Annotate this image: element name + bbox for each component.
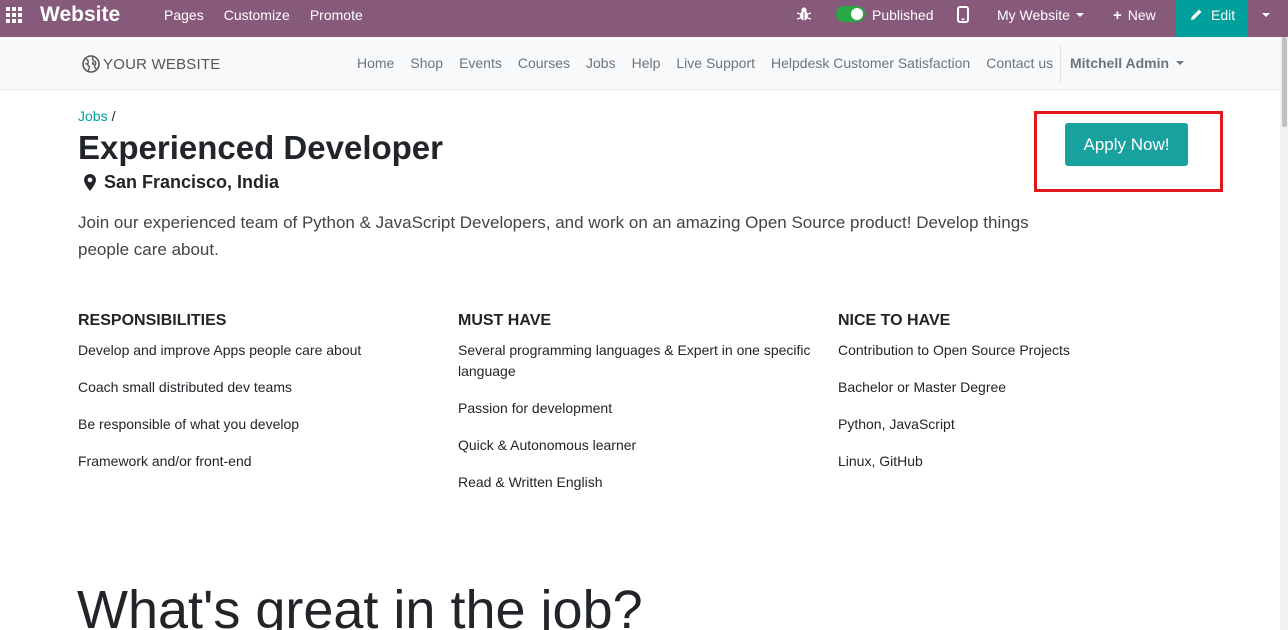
- nav-divider: [1060, 45, 1061, 82]
- edit-dropdown-chevron-icon[interactable]: [1262, 13, 1270, 17]
- nav-shop[interactable]: Shop: [410, 54, 443, 72]
- whats-great-heading: What's great in the job?: [77, 580, 643, 630]
- website-selector[interactable]: My Website: [997, 2, 1084, 28]
- mobile-preview-icon[interactable]: [957, 6, 969, 23]
- list-item: Coach small distributed dev teams: [78, 379, 292, 395]
- globe-icon: [82, 55, 100, 73]
- website-selector-label: My Website: [997, 7, 1070, 23]
- nav-courses[interactable]: Courses: [518, 54, 570, 72]
- must-have-title: MUST HAVE: [458, 312, 552, 329]
- nav-live-support[interactable]: Live Support: [676, 54, 755, 72]
- list-item: Develop and improve Apps people care abo…: [78, 342, 362, 358]
- list-item: Contribution to Open Source Projects: [838, 342, 1070, 358]
- list-item: Several programming languages & Expert i…: [458, 342, 811, 379]
- breadcrumb-separator: /: [111, 108, 116, 124]
- nav-help[interactable]: Help: [632, 54, 661, 72]
- job-title: Experienced Developer: [78, 129, 443, 166]
- pencil-icon: [1190, 8, 1203, 21]
- edit-button[interactable]: Edit: [1176, 0, 1248, 37]
- admin-menu: Pages Customize Promote: [164, 0, 383, 37]
- website-admin-bar: Website Pages Customize Promote Publishe…: [0, 0, 1288, 37]
- nice-to-have-section: NICE TO HAVE Contribution to Open Source…: [838, 311, 1198, 488]
- list-item: Linux, GitHub: [838, 453, 923, 469]
- nice-to-have-list: Contribution to Open Source Projects Bac…: [838, 340, 1198, 472]
- nav-events[interactable]: Events: [459, 54, 502, 72]
- list-item: Quick & Autonomous learner: [458, 437, 637, 453]
- apply-now-button[interactable]: Apply Now!: [1065, 123, 1188, 166]
- list-item: Python, JavaScript: [838, 416, 955, 432]
- responsibilities-title: RESPONSIBILITIES: [78, 312, 227, 329]
- list-item: Framework and/or front-end: [78, 453, 252, 469]
- responsibilities-list: Develop and improve Apps people care abo…: [78, 340, 438, 472]
- main-nav: Home Shop Events Courses Jobs Help Live …: [357, 54, 1053, 72]
- plus-icon: +: [1113, 7, 1122, 24]
- list-item: Passion for development: [458, 400, 613, 416]
- list-item: Read & Written English: [458, 474, 603, 490]
- list-item: Bachelor or Master Degree: [838, 379, 1007, 395]
- logo-text: YOUR WEBSITE: [103, 55, 221, 73]
- nav-helpdesk-satisfaction[interactable]: Helpdesk Customer Satisfaction: [771, 54, 970, 72]
- apps-grid-icon[interactable]: [6, 7, 22, 23]
- edit-button-label: Edit: [1211, 7, 1236, 23]
- site-header: YOUR WEBSITE Home Shop Events Courses Jo…: [0, 37, 1280, 90]
- nav-jobs[interactable]: Jobs: [586, 54, 616, 72]
- new-button-label: New: [1127, 7, 1156, 23]
- must-have-section: MUST HAVE Several programming languages …: [458, 311, 818, 509]
- breadcrumb-jobs-link[interactable]: Jobs: [78, 108, 108, 124]
- chevron-down-icon: [1176, 61, 1185, 65]
- nice-to-have-title: NICE TO HAVE: [838, 312, 951, 329]
- job-location: San Francisco, India: [84, 171, 279, 193]
- new-button[interactable]: + New: [1113, 2, 1156, 29]
- nav-home[interactable]: Home: [357, 54, 394, 72]
- breadcrumb: Jobs /: [78, 107, 115, 125]
- bug-icon[interactable]: [796, 6, 812, 22]
- user-name: Mitchell Admin: [1070, 55, 1170, 71]
- must-have-list: Several programming languages & Expert i…: [458, 340, 818, 493]
- job-description: Join our experienced team of Python & Ja…: [78, 213, 1029, 259]
- job-location-text: San Francisco, India: [104, 172, 280, 192]
- site-logo[interactable]: YOUR WEBSITE: [82, 55, 220, 73]
- responsibilities-section: RESPONSIBILITIES Develop and improve App…: [78, 311, 438, 488]
- page-scrollbar-thumb[interactable]: [1282, 37, 1287, 127]
- nav-contact-us[interactable]: Contact us: [986, 54, 1053, 72]
- map-marker-icon: [84, 173, 96, 191]
- menu-customize[interactable]: Customize: [224, 2, 290, 28]
- menu-promote[interactable]: Promote: [310, 2, 363, 28]
- menu-pages[interactable]: Pages: [164, 2, 204, 28]
- app-title[interactable]: Website: [40, 2, 120, 28]
- published-toggle[interactable]: [836, 6, 865, 22]
- user-menu[interactable]: Mitchell Admin: [1070, 54, 1185, 72]
- chevron-down-icon: [1075, 13, 1084, 17]
- list-item: Be responsible of what you develop: [78, 416, 300, 432]
- published-label[interactable]: Published: [872, 2, 934, 28]
